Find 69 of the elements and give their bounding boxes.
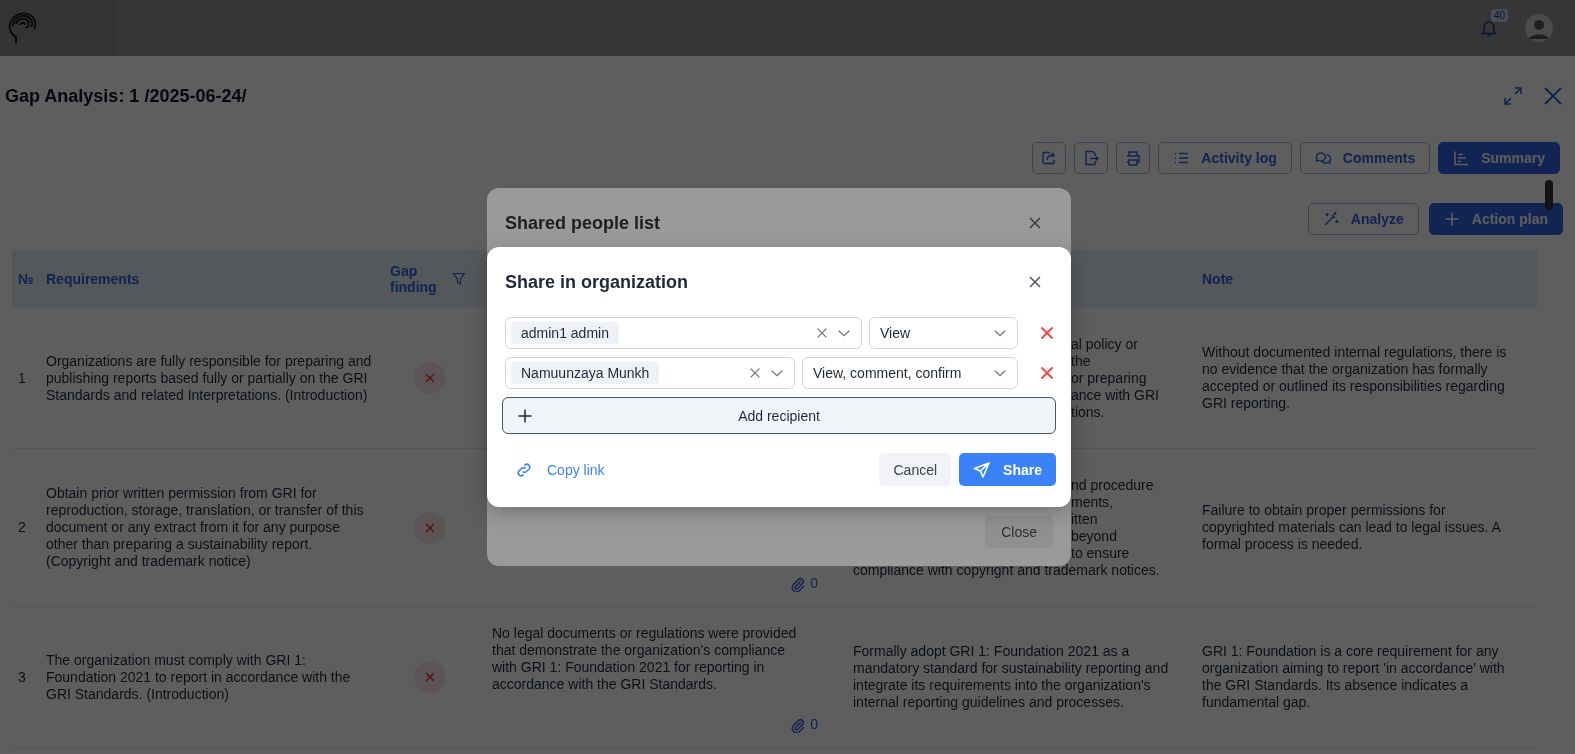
action-button[interactable]: Action plan xyxy=(1428,203,1563,235)
note-text: GRI 1: Foundation is a core requirement for any organization aiming to report 'in accordance' with the GRI Standards. Its absence indicates a fundamental gap. xyxy=(1202,643,1506,711)
chart-icon xyxy=(1453,150,1470,166)
attachment-count: 0 xyxy=(810,575,818,592)
notification-count: 40 xyxy=(1491,9,1509,22)
link-icon xyxy=(515,460,533,479)
printer-icon xyxy=(1125,150,1142,166)
close-button[interactable]: Close xyxy=(985,516,1053,548)
action-text: compliance with copyright and trademark notices. xyxy=(853,561,1161,579)
bell-icon[interactable] xyxy=(1479,18,1499,38)
action-text: Formally adopt GRI 1: Foundation 2021 as a mandatory standard for sustainability reporting and integrate its requirements into the organization's internal reporting guidelines and processes. xyxy=(853,643,1170,711)
close-icon[interactable] xyxy=(1542,85,1564,107)
page-title: Gap Analysis: 1 /2025-06-24/ xyxy=(5,85,247,107)
clear-icon xyxy=(815,326,829,340)
row-number: 1 xyxy=(18,369,26,387)
row-number: 3 xyxy=(18,668,26,686)
toolbar-button[interactable]: Activity log xyxy=(1158,142,1292,174)
chat-icon xyxy=(1314,150,1331,166)
print-button[interactable] xyxy=(1116,142,1151,174)
user-chip: Namuunzaya Munkh xyxy=(511,362,660,384)
dialog-title: Share in organization xyxy=(505,271,689,293)
requirement-text: The organization must comply with GRI 1: Foundation 2021 to report in accordance with the GRI Standards. (Introduction) xyxy=(46,651,352,703)
permission-select[interactable]: View, comment, confirm xyxy=(802,357,1018,389)
action-button[interactable]: Analyze xyxy=(1307,203,1419,235)
add-recipient-button[interactable]: Add recipient xyxy=(502,397,1056,434)
column-header: № xyxy=(17,271,35,287)
close-icon xyxy=(1027,215,1043,231)
logo-icon xyxy=(8,11,38,45)
row-number: 2 xyxy=(18,519,26,536)
copy-link-button[interactable]: Copy link xyxy=(515,460,605,479)
attachment-count: 0 xyxy=(810,716,818,733)
column-header: Requirements xyxy=(46,271,141,287)
plus-icon xyxy=(1443,211,1460,227)
clear-icon xyxy=(748,366,762,380)
scrollbar-thumb[interactable] xyxy=(1545,180,1553,210)
column-header: Note xyxy=(1201,271,1235,287)
permission-select[interactable]: View xyxy=(869,317,1018,349)
export-icon xyxy=(1083,150,1100,166)
action-text: al policy or the or preparing ance with GRI tions. xyxy=(1071,335,1159,421)
export-button[interactable] xyxy=(1074,142,1109,174)
paperclip-icon[interactable] xyxy=(790,575,807,592)
list-icon xyxy=(1173,150,1190,166)
user-chip: admin1 admin xyxy=(511,322,619,344)
remove-button[interactable] xyxy=(1039,325,1055,341)
action-text: nd procedure ments, itten beyond to ensure xyxy=(1071,476,1154,562)
close-icon xyxy=(1027,274,1043,290)
note-text: Failure to obtain proper permissions for copyrighted materials can lead to legal issues. A formal process is needed. xyxy=(1202,502,1502,553)
send-icon xyxy=(973,460,992,479)
paperclip-icon[interactable] xyxy=(790,716,807,733)
plus-icon xyxy=(518,408,532,423)
expand-icon[interactable] xyxy=(1502,85,1524,107)
comment-text: No legal documents or regulations were provided that demonstrate the organization's compliance with GRI 1: Foundation 2021 for reporting in accordance with the GRI Standards. xyxy=(492,625,798,693)
dialog-title: Shared people list xyxy=(505,212,661,234)
share-button[interactable] xyxy=(1032,142,1067,174)
note-text: Without documented internal regulations, there is no evidence that the organization has formally accepted or outlined its responsibilities regarding GRI reporting. xyxy=(1202,344,1508,412)
requirement-text: Obtain prior written permission from GRI for reproduction, storage, translation, or transfer of this document or any extract from it for any purpose other than preparing a sustainability report. (Copyright and trademark notice) xyxy=(46,485,365,570)
share-icon xyxy=(1041,150,1058,166)
remove-button[interactable] xyxy=(1039,365,1055,381)
filter-icon[interactable] xyxy=(452,272,466,286)
column-header: Gap finding xyxy=(390,263,438,295)
recipient-select[interactable]: admin1 admin xyxy=(505,317,862,349)
cancel-button[interactable]: Cancel xyxy=(879,453,952,486)
magic-wand-icon xyxy=(1322,211,1339,227)
share-button[interactable]: Share xyxy=(959,453,1056,486)
toolbar-button[interactable]: Summary xyxy=(1438,142,1560,174)
requirement-text: Organizations are fully responsible for preparing and publishing reports based fully or partially on the GRI Standards and related Interpretations. (Introduction) xyxy=(46,352,372,404)
recipient-select[interactable]: Namuunzaya Munkh xyxy=(505,357,795,389)
toolbar-button[interactable]: Comments xyxy=(1299,142,1431,174)
avatar-icon[interactable] xyxy=(1525,14,1553,42)
